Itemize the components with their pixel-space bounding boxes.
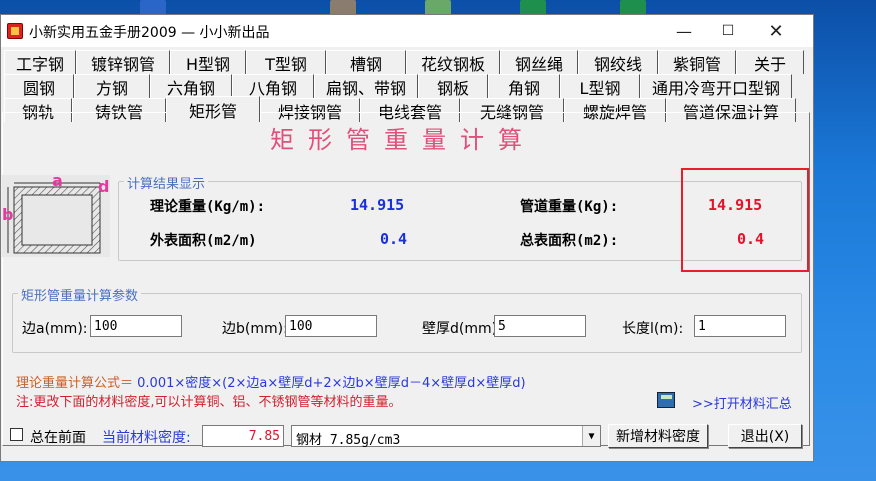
- tab-copper-pipe[interactable]: 紫铜管: [658, 50, 736, 74]
- add-density-button[interactable]: 新增材料密度: [608, 424, 708, 448]
- tab-galvanized-pipe[interactable]: 镀锌钢管: [76, 50, 170, 74]
- tab-angle-steel[interactable]: 角钢: [488, 74, 560, 98]
- results-group-title: 计算结果显示: [124, 173, 209, 192]
- exit-button[interactable]: 退出(X): [728, 424, 802, 448]
- side-a-label: 边a(mm):: [22, 321, 88, 337]
- tab-about[interactable]: 关于: [736, 50, 804, 74]
- highlight-annotation-box: [681, 168, 809, 272]
- thickness-input[interactable]: 5: [494, 315, 586, 337]
- tab-octagon-steel[interactable]: 八角钢: [232, 74, 314, 98]
- tab-square-steel[interactable]: 方钢: [74, 74, 150, 98]
- formula-line: 理论重量计算公式＝ 0.001×密度×(2×边a×壁厚d+2×边b×壁厚d－4×…: [16, 372, 526, 391]
- material-select-value: 钢材 7.85g/cm3: [296, 433, 401, 448]
- theory-weight-value: 14.915: [350, 196, 405, 214]
- total-area-label: 总表面积(m2):: [520, 233, 619, 249]
- tab-l-steel[interactable]: L型钢: [560, 74, 640, 98]
- tab-rectangular-pipe[interactable]: 矩形管: [166, 96, 260, 122]
- outer-area-value: 0.4: [380, 230, 408, 248]
- tab-cold-formed-steel[interactable]: 通用冷弯开口型钢: [640, 74, 792, 98]
- length-input[interactable]: 1: [694, 315, 786, 337]
- density-note: 注:更改下面的材料密度,可以计算铜、铝、不锈钢管等材料的重量。: [16, 395, 402, 410]
- title-bar[interactable]: 小新实用五金手册2009 — 小小新出品 — ☐ ✕: [1, 15, 813, 47]
- open-material-summary-link[interactable]: >>打开材料汇总: [692, 393, 792, 412]
- tab-flat-steel[interactable]: 扁钢、带钢: [314, 74, 418, 98]
- chevron-down-icon[interactable]: ▼: [582, 426, 600, 446]
- side-a-input[interactable]: 100: [90, 315, 182, 337]
- density-label: 当前材料密度:: [102, 430, 191, 446]
- tab-wire-rope[interactable]: 钢丝绳: [500, 50, 578, 74]
- minimize-button[interactable]: —: [661, 15, 707, 47]
- tab-i-beam[interactable]: 工字钢: [4, 50, 76, 74]
- outer-area-label: 外表面积(m2/m): [150, 233, 257, 249]
- material-select[interactable]: 钢材 7.85g/cm3 ▼: [291, 425, 601, 448]
- thickness-label: 壁厚d(mm): [422, 321, 498, 337]
- maximize-button[interactable]: ☐: [705, 15, 751, 47]
- diagram-label-a: a: [52, 171, 63, 190]
- params-group-title: 矩形管重量计算参数: [18, 285, 142, 304]
- page-title: 矩形管重量计算: [270, 126, 536, 154]
- diagram-label-d: d: [98, 177, 110, 196]
- pipe-weight-label: 管道重量(Kg):: [520, 199, 619, 215]
- tab-checkered-plate[interactable]: 花纹钢板: [406, 50, 500, 74]
- rectangular-pipe-diagram: a b d: [2, 171, 110, 257]
- always-on-top-label: 总在前面: [30, 430, 86, 446]
- calculator-icon[interactable]: [657, 392, 675, 408]
- app-logo-icon: [7, 23, 23, 39]
- formula-text: 0.001×密度×(2×边a×壁厚d+2×边b×壁厚d－4×壁厚d×壁厚d): [137, 376, 526, 391]
- diagram-label-b: b: [2, 205, 14, 224]
- tab-round-steel[interactable]: 圆钢: [4, 74, 74, 98]
- theory-weight-label: 理论重量(Kg/m):: [150, 199, 266, 215]
- close-button[interactable]: ✕: [753, 15, 799, 47]
- side-b-label: 边b(mm):: [222, 321, 288, 337]
- tab-hexagon-steel[interactable]: 六角钢: [150, 74, 232, 98]
- window-title: 小新实用五金手册2009 — 小小新出品: [29, 25, 270, 41]
- tab-row-1: 工字钢 镀锌钢管 H型钢 T型钢 槽钢 花纹钢板 钢丝绳 钢绞线 紫铜管 关于: [4, 50, 804, 74]
- side-b-input[interactable]: 100: [285, 315, 377, 337]
- tab-h-beam[interactable]: H型钢: [170, 50, 246, 74]
- density-input[interactable]: 7.85: [202, 425, 284, 447]
- always-on-top-checkbox[interactable]: [10, 428, 23, 441]
- tab-t-beam[interactable]: T型钢: [246, 50, 326, 74]
- tab-row-2: 圆钢 方钢 六角钢 八角钢 扁钢、带钢 钢板 角钢 L型钢 通用冷弯开口型钢: [4, 74, 792, 98]
- tab-channel-steel[interactable]: 槽钢: [326, 50, 406, 74]
- tab-steel-strand[interactable]: 钢绞线: [578, 50, 658, 74]
- length-label: 长度l(m):: [622, 321, 684, 337]
- formula-label: 理论重量计算公式＝: [16, 376, 134, 391]
- tab-steel-plate[interactable]: 钢板: [418, 74, 488, 98]
